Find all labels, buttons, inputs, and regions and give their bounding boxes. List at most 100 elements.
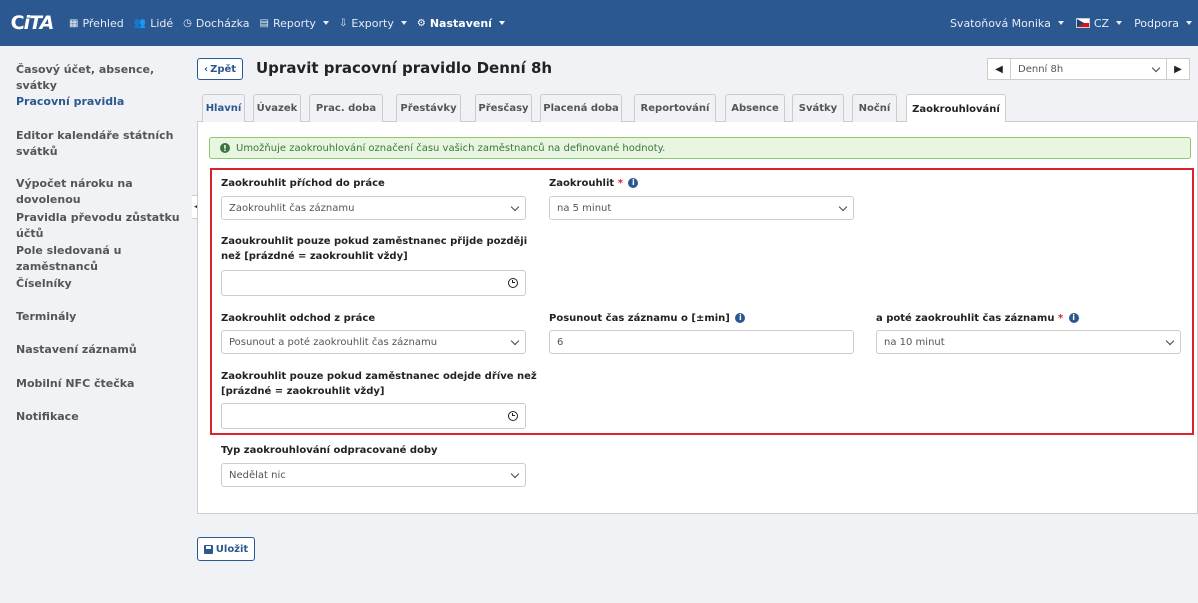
tab-svatky[interactable]: Svátky	[792, 94, 844, 122]
nav-exporty-label: Exporty	[351, 16, 394, 30]
departure-then-value: na 10 minut	[884, 336, 945, 348]
tab-uvazek[interactable]: Úvazek	[253, 94, 301, 122]
chevron-down-icon	[1057, 21, 1064, 25]
departure-shift-label-text: Posunout čas záznamu o [±min]	[549, 313, 730, 324]
sidebar-item-ciselniky[interactable]: Číselníky	[16, 276, 186, 292]
departure-then-select[interactable]: na 10 minut	[876, 330, 1181, 354]
tab-panel: ! Umožňuje zaokrouhlování označení času …	[197, 122, 1198, 514]
arrival-label: Zaokrouhlit příchod do práce	[221, 178, 385, 189]
back-button[interactable]: ‹ Zpět	[197, 58, 243, 80]
chevron-down-icon	[1186, 21, 1192, 25]
chevron-down-icon	[498, 21, 505, 25]
rule-navigator: ◀ Denní 8h ▶	[987, 58, 1190, 80]
save-button[interactable]: Uložit	[197, 537, 255, 561]
sidebar-item-editor-kalendare[interactable]: Editor kalendáře státních svátků	[16, 128, 176, 160]
gear-icon: ⚙	[416, 17, 426, 29]
nav-prehled[interactable]: ▦ Přehled	[64, 0, 129, 46]
sidebar-item-terminaly[interactable]: Terminály	[16, 309, 186, 325]
tab-prac-doba[interactable]: Prac. doba	[309, 94, 383, 122]
nav-dochazka-label: Docházka	[195, 16, 250, 30]
prev-rule-button[interactable]: ◀	[988, 64, 1010, 75]
nav-nastaveni[interactable]: ⚙ Nastavení	[412, 0, 510, 46]
tab-placena-doba[interactable]: Placená doba	[540, 94, 622, 122]
clock-icon	[508, 411, 518, 421]
chevron-down-icon	[1151, 63, 1161, 72]
worktime-select-value: Nedělat nic	[229, 469, 286, 481]
nav-prehled-label: Přehled	[82, 16, 124, 30]
chevron-down-icon	[400, 21, 407, 25]
info-icon[interactable]: i	[1068, 313, 1079, 323]
departure-shift-input[interactable]: 6	[549, 330, 854, 354]
arrival-only-if-label-1: Zaoukrouhlit pouze pokud zaměstnanec při…	[221, 236, 528, 247]
next-rule-button[interactable]: ▶	[1167, 64, 1189, 75]
sidebar-item-notifikace[interactable]: Notifikace	[16, 409, 186, 425]
sidebar-item-mobilni-nfc[interactable]: Mobilní NFC čtečka	[16, 376, 186, 392]
sidebar-item-casovy-ucet[interactable]: Časový účet, absence, svátky	[16, 62, 186, 94]
chevron-down-icon	[322, 21, 329, 25]
clock-icon	[508, 278, 518, 288]
czech-flag-icon	[1075, 18, 1090, 28]
arrival-round-value: na 5 minut	[557, 202, 612, 214]
tab-prestavky[interactable]: Přestávky	[396, 94, 461, 122]
departure-select-value: Posunout a poté zaokrouhlit čas záznamu	[229, 336, 438, 348]
user-name: Svatoňová Monika	[949, 16, 1051, 30]
worktime-select[interactable]: Nedělat nic	[221, 463, 526, 487]
nav-exporty[interactable]: ⇩ Exporty	[334, 0, 412, 46]
departure-select[interactable]: Posunout a poté zaokrouhlit čas záznamu	[221, 330, 526, 354]
chevron-left-icon: ‹	[203, 63, 209, 75]
departure-only-if-label-2: [prázdné = zaokrouhlit vždy]	[221, 386, 385, 397]
logo-ita: iTA	[23, 12, 55, 34]
info-text: Umožňuje zaokrouhlování označení času va…	[236, 142, 666, 154]
nav-nastaveni-label: Nastavení	[429, 16, 492, 30]
page-title: Upravit pracovní pravidlo Denní 8h	[256, 59, 553, 77]
nav-reporty[interactable]: ▤ Reporty	[255, 0, 334, 46]
arrival-round-label-text: Zaokrouhlit	[549, 178, 615, 189]
nav-lide-label: Lidé	[150, 16, 174, 30]
departure-only-if-time-input[interactable]	[221, 403, 526, 429]
nav-reporty-label: Reporty	[272, 16, 316, 30]
tab-zaokrouhlovani[interactable]: Zaokrouhlování	[906, 94, 1006, 123]
chevron-down-icon	[1165, 336, 1175, 345]
rule-select[interactable]: Denní 8h	[1010, 59, 1167, 79]
arrival-round-select[interactable]: na 5 minut	[549, 196, 854, 220]
arrival-select[interactable]: Zaokrouhlit čas záznamu	[221, 196, 526, 220]
nav-dochazka[interactable]: ◷ Docházka	[178, 0, 254, 46]
arrival-only-if-time-input[interactable]	[221, 270, 526, 296]
top-navbar: CiTA ▦ Přehled 👥 Lidé ◷ Docházka ▤ Repor…	[0, 0, 1198, 46]
chevron-down-icon	[510, 469, 520, 478]
tab-hlavni[interactable]: Hlavní	[202, 94, 245, 122]
tab-absence[interactable]: Absence	[725, 94, 785, 122]
nav-lide[interactable]: 👥 Lidé	[129, 0, 178, 46]
language-menu[interactable]: CZ	[1070, 0, 1128, 46]
save-button-label: Uložit	[215, 543, 249, 555]
info-icon[interactable]: i	[628, 178, 639, 188]
sidebar-item-pravidla-prevodu[interactable]: Pravidla převodu zůstatku účtů	[16, 210, 186, 242]
clock-icon: ◷	[183, 17, 192, 29]
chevron-down-icon	[510, 336, 520, 345]
support-menu[interactable]: Podpora	[1128, 0, 1198, 46]
tab-prescasy[interactable]: Přesčasy	[475, 94, 532, 122]
chevron-down-icon	[1116, 21, 1123, 25]
departure-shift-value: 6	[557, 336, 564, 348]
tab-bar: Hlavní Úvazek Prac. doba Přestávky Přesč…	[197, 94, 1198, 123]
sidebar-item-pole-sledovana[interactable]: Pole sledovaná u zaměstnanců	[16, 243, 186, 275]
required-star: *	[1057, 313, 1064, 324]
departure-then-label: a poté zaokrouhlit čas záznamu * i	[876, 312, 1079, 326]
tab-nocni[interactable]: Noční	[852, 94, 897, 122]
grid-icon: ▦	[69, 17, 79, 29]
sidebar: Časový účet, absence, svátky Pracovní pr…	[0, 46, 190, 603]
info-icon: !	[220, 143, 230, 153]
tab-reportovani[interactable]: Reportování	[634, 94, 716, 122]
departure-label: Zaokrouhlit odchod z práce	[221, 313, 376, 324]
sidebar-item-nastaveni-zaznamu[interactable]: Nastavení záznamů	[16, 342, 186, 358]
language-label: CZ	[1093, 16, 1110, 30]
info-icon[interactable]: i	[735, 313, 746, 323]
logo-c: C	[10, 12, 25, 34]
chevron-down-icon	[510, 202, 520, 211]
user-menu[interactable]: Svatoňová Monika	[944, 0, 1070, 46]
sidebar-item-pracovni-pravidla[interactable]: Pracovní pravidla	[16, 94, 186, 110]
app-logo[interactable]: CiTA	[0, 0, 64, 46]
rule-select-value: Denní 8h	[1018, 63, 1064, 75]
export-icon: ⇩	[338, 17, 348, 29]
sidebar-item-vypocet-naroku[interactable]: Výpočet nároku na dovolenou	[16, 176, 186, 208]
